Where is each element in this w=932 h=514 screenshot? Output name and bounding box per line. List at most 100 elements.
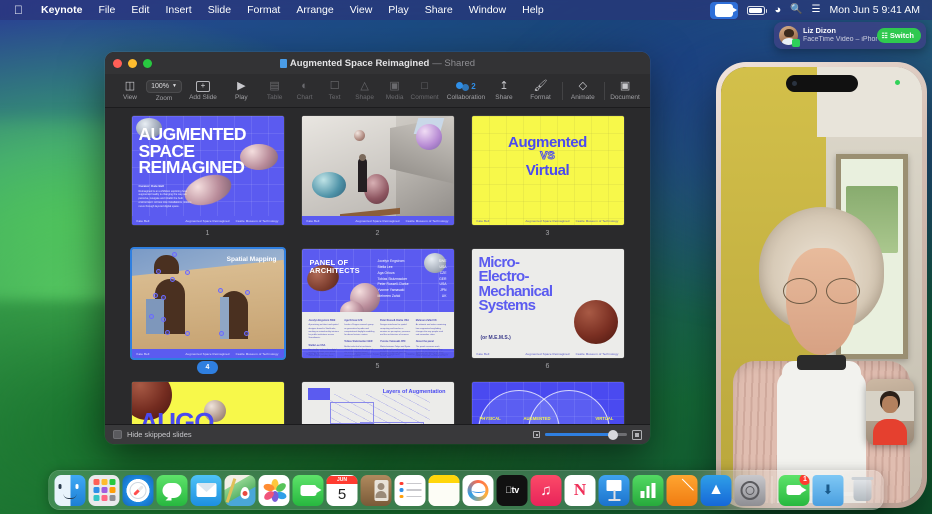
search-icon[interactable]: 🔍 xyxy=(790,5,802,15)
slide-thumbnail-2[interactable]: Kate Bell Augmented Space Reimagined Cas… xyxy=(302,116,454,225)
dock-item-calendar[interactable]: JUN 5 xyxy=(327,475,358,506)
toolbar-table-button[interactable]: ▤ Table xyxy=(260,81,290,101)
dock-item-mail[interactable] xyxy=(191,475,222,506)
dock-item-freeform[interactable] xyxy=(463,475,494,506)
thumbnail-size-slider-group[interactable] xyxy=(533,430,642,440)
toolbar-zoom-control[interactable]: 100% ▼ Zoom xyxy=(145,80,183,102)
slide-number-3: 3 xyxy=(472,228,624,239)
menu-item-edit[interactable]: Edit xyxy=(123,4,157,16)
thumbnail-size-slider[interactable] xyxy=(545,433,627,436)
dock-item-system-settings[interactable] xyxy=(735,475,766,506)
menu-item-format[interactable]: Format xyxy=(239,4,288,16)
slide-thumbnail-7[interactable]: AUGO xyxy=(132,382,284,424)
toolbar-text-button[interactable]: ☐ Text xyxy=(320,81,350,101)
slide-thumbnail-9[interactable]: PHYSICAL AUGMENTED VIRTUAL xyxy=(472,382,624,424)
dock-item-keynote[interactable] xyxy=(599,475,630,506)
dock-item-facetime-call[interactable]: 1 xyxy=(779,475,810,506)
facetime-handoff-notification[interactable]: Liz Dizon FaceTime Video – iPhone › ☷ Sw… xyxy=(774,22,926,49)
slide-thumbnail-5[interactable]: PANEL OF ARCHITECTS Jocelyn EngstromSWE … xyxy=(302,249,454,358)
dock-item-notes[interactable] xyxy=(429,475,460,506)
dock-item-maps[interactable] xyxy=(225,475,256,506)
slide-cell-3[interactable]: Augmented VS Virtual Kate Bell Augmented… xyxy=(472,116,624,239)
dock-item-contacts[interactable] xyxy=(361,475,392,506)
zoom-popup-button[interactable]: 100% ▼ xyxy=(146,80,182,93)
toolbar-document-button[interactable]: ▣ Document xyxy=(610,81,640,101)
dock-item-photos[interactable] xyxy=(259,475,290,506)
slide-cell-4[interactable]: Spatial Mapping Kate Bell Augmented Spac… xyxy=(132,249,284,372)
close-button[interactable] xyxy=(113,59,122,68)
menu-item-share[interactable]: Share xyxy=(417,4,461,16)
video-camera-icon[interactable] xyxy=(710,2,738,19)
toolbar-animate-button[interactable]: ◇ Animate xyxy=(568,81,598,101)
slide-cell-5[interactable]: PANEL OF ARCHITECTS Jocelyn EngstromSWE … xyxy=(302,249,454,372)
toolbar-chart-button[interactable]: ◐ Chart xyxy=(290,81,320,101)
toolbar-format-button[interactable]: 🖌 Format xyxy=(526,81,556,101)
toolbar-collaboration-button[interactable]: 2 Collaboration xyxy=(443,81,489,101)
battery-icon[interactable] xyxy=(747,6,765,15)
dock-item-launchpad[interactable] xyxy=(89,475,120,506)
menu-item-window[interactable]: Window xyxy=(461,4,514,16)
slide-thumbnail-1[interactable]: AUGMENTED SPACE REIMAGINED Curator: Kate… xyxy=(132,116,284,225)
dock-item-news[interactable]: N xyxy=(565,475,596,506)
toolbar-table-label: Table xyxy=(267,94,283,101)
maximize-button[interactable] xyxy=(143,59,152,68)
dock-item-safari[interactable] xyxy=(123,475,154,506)
picture-in-picture-self-view[interactable] xyxy=(866,379,914,445)
dock-item-facetime[interactable] xyxy=(293,475,324,506)
slide-cell-7[interactable]: AUGO xyxy=(132,382,284,424)
toolbar-play-button[interactable]: ▶ Play xyxy=(226,81,256,101)
dock-item-pages[interactable] xyxy=(667,475,698,506)
menu-bar-clock[interactable]: Mon Jun 5 9:41 AM xyxy=(830,4,920,16)
menu-item-view[interactable]: View xyxy=(342,4,381,16)
hide-skipped-slides-checkbox[interactable] xyxy=(113,430,122,439)
menu-item-arrange[interactable]: Arrange xyxy=(288,4,341,16)
slide-3-line-1: Augmented xyxy=(508,134,587,151)
toolbar-add-slide-button[interactable]: + Add Slide xyxy=(183,81,223,101)
toolbar-share-button[interactable]: ↥ Share xyxy=(489,81,519,101)
iphone-screen[interactable] xyxy=(721,67,922,503)
large-thumbnail-icon[interactable] xyxy=(632,430,642,440)
slide-footer-right: Castle Museum of Technology xyxy=(236,219,279,223)
dock-item-appletv[interactable]: tv xyxy=(497,475,528,506)
wifi-icon[interactable]: ◕ xyxy=(774,5,781,16)
slide-thumbnail-8[interactable]: Layers of Augmentation xyxy=(302,382,454,424)
slide-cell-6[interactable]: Micro- Electro- Mechanical Systems (or M… xyxy=(472,249,624,372)
slide-thumbnail-4[interactable]: Spatial Mapping Kate Bell Augmented Spac… xyxy=(132,249,284,358)
small-thumbnail-icon[interactable] xyxy=(533,431,540,438)
slide-cell-2[interactable]: Kate Bell Augmented Space Reimagined Cas… xyxy=(302,116,454,239)
dock-item-reminders[interactable] xyxy=(395,475,426,506)
slide-cell-1[interactable]: AUGMENTED SPACE REIMAGINED Curator: Kate… xyxy=(132,116,284,239)
iphone-device[interactable] xyxy=(716,62,927,508)
slide-number-1: 1 xyxy=(132,228,284,239)
dock-item-downloads[interactable]: ⬇ xyxy=(813,475,844,506)
slide-navigator[interactable]: AUGMENTED SPACE REIMAGINED Curator: Kate… xyxy=(105,108,650,424)
dock-item-finder[interactable] xyxy=(55,475,86,506)
toolbar-media-button[interactable]: ▣ Media xyxy=(380,81,410,101)
apple-logo-icon[interactable]:  xyxy=(14,4,23,16)
dock-item-music[interactable]: ♫ xyxy=(531,475,562,506)
control-center-icon[interactable]: ☰ xyxy=(812,5,821,15)
menu-item-keynote[interactable]: Keynote xyxy=(33,4,90,16)
switch-call-button[interactable]: ☷ Switch xyxy=(877,28,921,43)
toolbar-comment-button[interactable]: □ Comment xyxy=(410,81,440,101)
slide-cell-8[interactable]: Layers of Augmentation xyxy=(302,382,454,424)
dock-item-trash[interactable] xyxy=(847,475,878,506)
menu-item-file[interactable]: File xyxy=(90,4,123,16)
menu-item-slide[interactable]: Slide xyxy=(200,4,239,16)
minimize-button[interactable] xyxy=(128,59,137,68)
slide-6-subtitle: (or M.E.M.S.) xyxy=(481,335,511,341)
dock-item-appstore[interactable]: ▲ xyxy=(701,475,732,506)
slide-footer: Kate Bell Augmented Space Reimagined Cas… xyxy=(472,216,624,225)
menu-item-insert[interactable]: Insert xyxy=(157,4,199,16)
animate-icon: ◇ xyxy=(579,81,587,92)
toolbar-shape-button[interactable]: △ Shape xyxy=(350,81,380,101)
menu-item-help[interactable]: Help xyxy=(514,4,552,16)
slide-cell-9[interactable]: PHYSICAL AUGMENTED VIRTUAL xyxy=(472,382,624,424)
dock-item-numbers[interactable] xyxy=(633,475,664,506)
toolbar-view-button[interactable]: ◫ View xyxy=(115,81,145,101)
slide-thumbnail-6[interactable]: Micro- Electro- Mechanical Systems (or M… xyxy=(472,249,624,358)
slide-thumbnail-3[interactable]: Augmented VS Virtual Kate Bell Augmented… xyxy=(472,116,624,225)
dock-item-messages[interactable] xyxy=(157,475,188,506)
keynote-window[interactable]: Augmented Space Reimagined — Shared ◫ Vi… xyxy=(105,52,650,444)
menu-item-play[interactable]: Play xyxy=(380,4,416,16)
